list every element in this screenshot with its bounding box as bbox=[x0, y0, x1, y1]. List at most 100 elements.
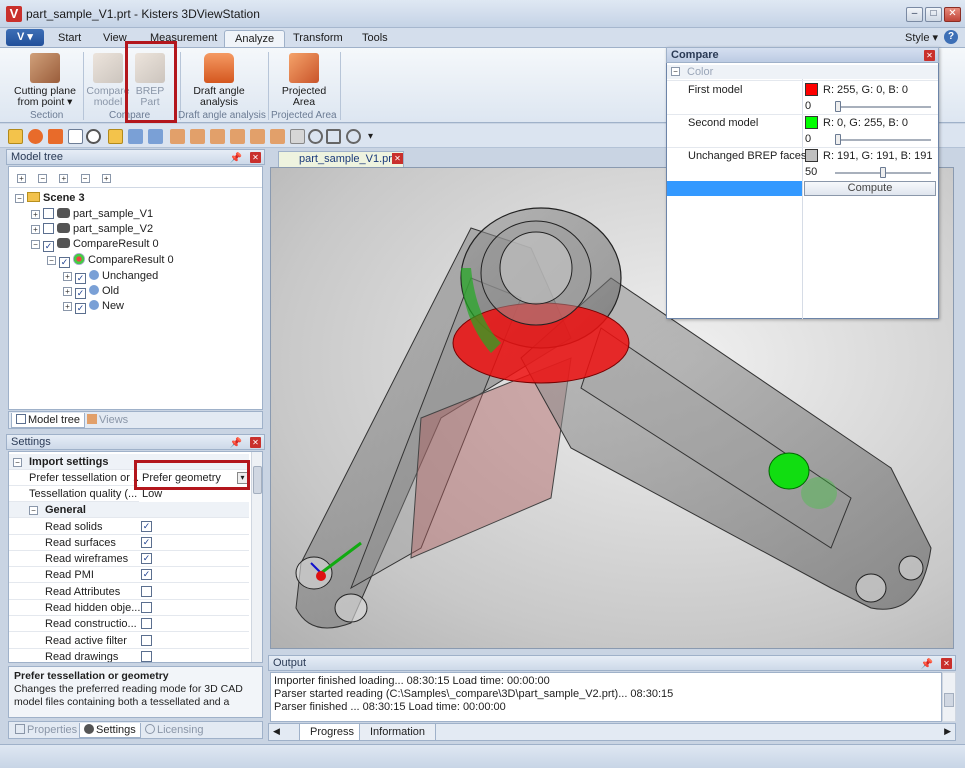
cube-right-icon[interactable] bbox=[230, 129, 245, 144]
unchanged-number[interactable]: 50 bbox=[805, 166, 817, 178]
help-icon[interactable]: ? bbox=[944, 30, 958, 44]
compute-button[interactable]: Compute bbox=[804, 181, 936, 196]
color-section[interactable]: − Color bbox=[667, 65, 938, 79]
first-model-swatch[interactable] bbox=[805, 83, 818, 96]
visibility-checkbox[interactable]: ✓ bbox=[75, 303, 86, 314]
app-menu-button[interactable]: V ▾ bbox=[6, 29, 44, 46]
output-scrollbar[interactable] bbox=[942, 672, 956, 722]
toolbar-overflow-icon[interactable]: ▾ bbox=[368, 131, 373, 142]
tab-start[interactable]: Start bbox=[48, 30, 91, 47]
close-icon[interactable]: ✕ bbox=[924, 50, 935, 61]
view-icon-2[interactable] bbox=[148, 129, 163, 144]
read-drawings-checkbox[interactable] bbox=[141, 651, 152, 662]
unchanged-slider[interactable] bbox=[835, 167, 931, 178]
tree-node-unchanged[interactable]: + ✓ Unchanged bbox=[63, 269, 158, 284]
pin-icon[interactable]: 📌 bbox=[921, 657, 933, 672]
unchanged-swatch[interactable] bbox=[805, 149, 818, 162]
second-model-swatch[interactable] bbox=[805, 116, 818, 129]
select-icon[interactable] bbox=[8, 129, 23, 144]
visibility-checkbox[interactable]: ✓ bbox=[43, 241, 54, 252]
scroll-left-icon[interactable]: ◀ bbox=[273, 726, 280, 737]
style-menu[interactable]: Style ▾ bbox=[905, 31, 938, 44]
read-solids-row[interactable]: Read solids ✓ bbox=[9, 519, 249, 535]
projected-area-button[interactable]: Projected Area bbox=[274, 53, 334, 108]
tab-progress[interactable]: Progress bbox=[299, 724, 366, 741]
zoom-box-icon[interactable] bbox=[68, 129, 83, 144]
section-general[interactable]: − General bbox=[9, 502, 249, 518]
close-tab-icon[interactable]: ✕ bbox=[392, 153, 403, 164]
cutting-plane-button[interactable]: Cutting plane from point ▾ bbox=[10, 53, 80, 108]
collapse-icon[interactable]: − bbox=[80, 174, 90, 183]
tree-node-scene[interactable]: − Scene 3 bbox=[15, 191, 85, 205]
selected-row[interactable] bbox=[667, 181, 802, 196]
read-construction-checkbox[interactable] bbox=[141, 618, 152, 629]
draft-angle-button[interactable]: Draft angle analysis bbox=[186, 53, 252, 108]
tree-node-compare-result[interactable]: − ✓ CompareResult 0 bbox=[31, 237, 159, 252]
first-model-slider[interactable] bbox=[835, 101, 931, 112]
unchanged-value[interactable]: R: 191, G: 191, B: 191 bbox=[823, 150, 932, 162]
read-hidden-row[interactable]: Read hidden obje... bbox=[9, 600, 249, 616]
collapse-icon[interactable]: − bbox=[13, 458, 22, 467]
cube-front-icon[interactable] bbox=[170, 129, 185, 144]
pin-icon[interactable]: 📌 bbox=[230, 436, 242, 451]
tree-node-compare-result-child[interactable]: − ✓ CompareResult 0 bbox=[47, 253, 174, 268]
read-attributes-checkbox[interactable] bbox=[141, 586, 152, 597]
visibility-checkbox[interactable]: ✓ bbox=[59, 257, 70, 268]
cube-left-icon[interactable] bbox=[210, 129, 225, 144]
ellipse-icon[interactable] bbox=[346, 129, 361, 144]
close-icon[interactable]: ✕ bbox=[250, 437, 261, 448]
close-icon[interactable]: ✕ bbox=[944, 7, 961, 22]
tree-node-old[interactable]: + ✓ Old bbox=[63, 284, 119, 299]
compare-model-button[interactable]: Compare model bbox=[86, 53, 130, 108]
pin-icon[interactable]: 📌 bbox=[230, 151, 242, 166]
read-active-filter-checkbox[interactable] bbox=[141, 635, 152, 646]
read-attributes-row[interactable]: Read Attributes bbox=[9, 584, 249, 600]
visibility-checkbox[interactable]: ✓ bbox=[75, 273, 86, 284]
first-model-number[interactable]: 0 bbox=[805, 100, 811, 112]
read-hidden-checkbox[interactable] bbox=[141, 602, 152, 613]
tab-properties[interactable]: Properties bbox=[11, 723, 81, 738]
read-solids-checkbox[interactable]: ✓ bbox=[141, 521, 152, 532]
cube-bottom-icon[interactable] bbox=[270, 129, 285, 144]
maximize-icon[interactable]: □ bbox=[925, 7, 942, 22]
tab-analyze[interactable]: Analyze bbox=[224, 30, 286, 47]
tab-tools[interactable]: Tools bbox=[352, 30, 398, 47]
tab-information[interactable]: Information bbox=[359, 724, 437, 741]
expand-level-icon[interactable]: + bbox=[101, 174, 111, 183]
collapse-node-icon[interactable]: − bbox=[15, 194, 24, 203]
second-model-value[interactable]: R: 0, G: 255, B: 0 bbox=[823, 117, 908, 129]
collapse-icon[interactable]: − bbox=[29, 506, 38, 515]
read-construction-row[interactable]: Read constructio... bbox=[9, 616, 249, 632]
second-model-slider[interactable] bbox=[835, 134, 931, 145]
second-model-number[interactable]: 0 bbox=[805, 133, 811, 145]
tree-node-new[interactable]: + ✓ New bbox=[63, 299, 124, 314]
pan-icon[interactable] bbox=[48, 129, 63, 144]
flag-icon[interactable] bbox=[290, 129, 305, 144]
visibility-checkbox[interactable] bbox=[43, 208, 54, 219]
zoom-icon[interactable] bbox=[86, 129, 101, 144]
rectangle-icon[interactable] bbox=[326, 129, 341, 144]
tab-licensing[interactable]: Licensing bbox=[141, 723, 207, 738]
tree-node-part-v2[interactable]: + part_sample_V2 bbox=[31, 222, 153, 236]
scroll-right-icon[interactable]: ▶ bbox=[944, 726, 951, 737]
settings-scrollbar[interactable] bbox=[251, 452, 262, 662]
read-wireframes-checkbox[interactable]: ✓ bbox=[141, 553, 152, 564]
view-icon[interactable] bbox=[128, 129, 143, 144]
visibility-checkbox[interactable] bbox=[43, 223, 54, 234]
read-active-filter-row[interactable]: Read active filter bbox=[9, 633, 249, 649]
app-logo-icon[interactable]: V bbox=[6, 6, 22, 22]
collapse-all-icon[interactable]: − bbox=[38, 174, 48, 183]
read-surfaces-row[interactable]: Read surfaces ✓ bbox=[9, 535, 249, 551]
minimize-icon[interactable]: – bbox=[906, 7, 923, 22]
visibility-checkbox[interactable]: ✓ bbox=[75, 288, 86, 299]
collapse-icon[interactable]: − bbox=[671, 67, 680, 76]
read-pmi-row[interactable]: Read PMI ✓ bbox=[9, 567, 249, 583]
fit-icon[interactable] bbox=[108, 129, 123, 144]
tab-settings[interactable]: Settings bbox=[79, 723, 141, 738]
close-icon[interactable]: ✕ bbox=[250, 152, 261, 163]
refresh-icon[interactable] bbox=[308, 129, 323, 144]
read-surfaces-checkbox[interactable]: ✓ bbox=[141, 537, 152, 548]
tab-transform[interactable]: Transform bbox=[283, 30, 353, 47]
first-model-value[interactable]: R: 255, G: 0, B: 0 bbox=[823, 84, 908, 96]
tab-views[interactable]: Views bbox=[83, 413, 132, 428]
